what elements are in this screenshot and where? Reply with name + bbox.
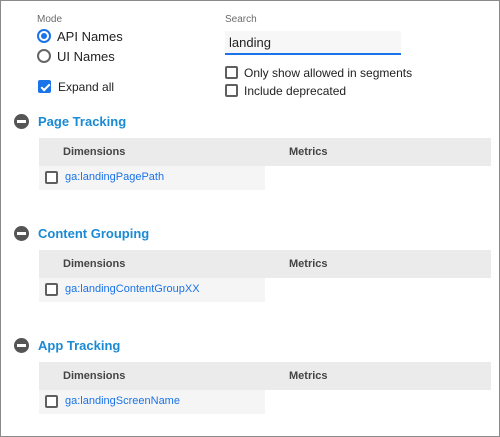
- include-deprecated-label[interactable]: Include deprecated: [244, 84, 346, 98]
- dimension-link[interactable]: ga:landingScreenName: [65, 395, 180, 407]
- group-title[interactable]: App Tracking: [38, 338, 120, 353]
- checkbox-unchecked-icon[interactable]: [45, 283, 58, 296]
- table-header: Dimensions Metrics: [39, 362, 491, 390]
- metrics-header: Metrics: [289, 146, 328, 158]
- explorer-panel: Mode API Names UI Names Expand all Searc…: [0, 0, 500, 437]
- metrics-header: Metrics: [289, 370, 328, 382]
- checkbox-unchecked-icon[interactable]: [225, 66, 238, 79]
- dimension-row: ga:landingPagePath: [39, 166, 265, 190]
- dimension-row: ga:landingContentGroupXX: [39, 278, 265, 302]
- checkbox-unchecked-icon[interactable]: [45, 395, 58, 408]
- dimension-link[interactable]: ga:landingPagePath: [65, 171, 164, 183]
- table-header: Dimensions Metrics: [39, 138, 491, 166]
- metrics-header: Metrics: [289, 258, 328, 270]
- radio-selected-icon[interactable]: [37, 29, 51, 43]
- dimensions-header: Dimensions: [63, 370, 126, 382]
- mode-label: Mode: [37, 14, 63, 25]
- table-header: Dimensions Metrics: [39, 250, 491, 278]
- search-label: Search: [225, 14, 257, 25]
- checkbox-unchecked-icon[interactable]: [225, 84, 238, 97]
- minus-circle-icon[interactable]: [14, 114, 29, 129]
- dimensions-header: Dimensions: [63, 258, 126, 270]
- only-allowed-label[interactable]: Only show allowed in segments: [244, 66, 412, 80]
- minus-circle-icon[interactable]: [14, 226, 29, 241]
- minus-circle-icon[interactable]: [14, 338, 29, 353]
- radio-label-api-names[interactable]: API Names: [57, 29, 123, 44]
- group-title[interactable]: Page Tracking: [38, 114, 126, 129]
- dimensions-header: Dimensions: [63, 146, 126, 158]
- group-title[interactable]: Content Grouping: [38, 226, 149, 241]
- checkbox-checked-icon[interactable]: [38, 80, 51, 93]
- checkbox-unchecked-icon[interactable]: [45, 171, 58, 184]
- dimension-row: ga:landingScreenName: [39, 390, 265, 414]
- expand-all-label[interactable]: Expand all: [58, 80, 114, 94]
- search-input[interactable]: [225, 31, 401, 55]
- radio-unselected-icon[interactable]: [37, 49, 51, 63]
- radio-label-ui-names[interactable]: UI Names: [57, 49, 115, 64]
- dimension-link[interactable]: ga:landingContentGroupXX: [65, 283, 200, 295]
